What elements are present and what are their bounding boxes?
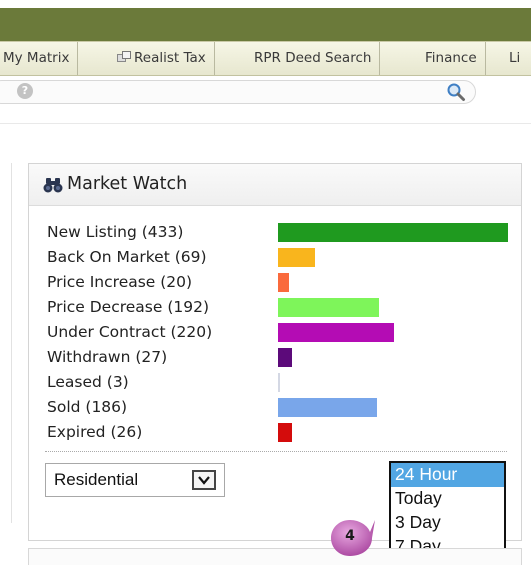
market-watch-row[interactable]: Price Increase (20)	[47, 270, 517, 295]
badge-label: 4	[345, 528, 355, 544]
search-input[interactable]	[0, 80, 476, 104]
market-watch-bar	[278, 423, 292, 442]
nav-bar: My Matrix Realist Tax RPR Deed Search Fi…	[0, 41, 531, 76]
market-watch-row[interactable]: Sold (186)	[47, 395, 517, 420]
market-watch-bar	[278, 273, 289, 292]
market-watch-bar	[278, 323, 394, 342]
top-strip	[0, 0, 531, 8]
market-watch-label[interactable]: Expired (26)	[47, 423, 142, 441]
property-type-select[interactable]: Residential	[45, 463, 225, 497]
period-option[interactable]: 24 Hour	[391, 463, 504, 487]
tab-finance[interactable]: Finance	[417, 42, 486, 75]
tab-realist-tax[interactable]: Realist Tax	[109, 42, 215, 75]
market-watch-row[interactable]: Back On Market (69)	[47, 245, 517, 270]
panel-title: Market Watch	[67, 174, 188, 194]
market-watch-label[interactable]: Price Decrease (192)	[47, 298, 209, 316]
tab-rpr-deed-search[interactable]: RPR Deed Search	[246, 42, 381, 75]
market-watch-bar	[278, 373, 280, 392]
market-watch-row[interactable]: New Listing (433)	[47, 220, 517, 245]
period-option[interactable]: 3 Day	[391, 511, 504, 535]
market-watch-row[interactable]: Leased (3)	[47, 370, 517, 395]
market-watch-row[interactable]: Expired (26)	[47, 420, 517, 445]
market-watch-label[interactable]: Back On Market (69)	[47, 248, 207, 266]
market-watch-row[interactable]: Withdrawn (27)	[47, 345, 517, 370]
search-bar: ?	[0, 77, 531, 107]
period-option[interactable]: Today	[391, 487, 504, 511]
divider	[0, 123, 531, 124]
market-watch-label[interactable]: Sold (186)	[47, 398, 127, 416]
tab-label: Finance	[425, 50, 477, 66]
app-header-bar	[0, 8, 531, 41]
property-type-value: Residential	[54, 470, 139, 489]
tab-label: RPR Deed Search	[254, 50, 372, 66]
tab-more[interactable]: Li	[501, 42, 528, 75]
market-watch-label[interactable]: Under Contract (220)	[47, 323, 212, 341]
market-watch-bar	[278, 223, 508, 242]
market-watch-row[interactable]: Under Contract (220)	[47, 320, 517, 345]
market-watch-label[interactable]: Price Increase (20)	[47, 273, 192, 291]
tab-label: Li	[509, 50, 521, 66]
step-badge: 4	[330, 516, 376, 560]
dotted-divider	[45, 451, 507, 452]
left-panel-edge	[0, 163, 12, 523]
market-watch-bar	[278, 298, 379, 317]
market-watch-panel: Market Watch New Listing (433) Back On Ma…	[28, 163, 522, 565]
dropdown-button[interactable]	[192, 470, 216, 490]
binoculars-icon	[43, 178, 63, 193]
next-panel	[28, 548, 522, 565]
market-watch-label[interactable]: New Listing (433)	[47, 223, 183, 241]
tab-my-matrix[interactable]: My Matrix	[0, 42, 79, 75]
chevron-down-icon	[198, 476, 210, 485]
market-watch-label[interactable]: Withdrawn (27)	[47, 348, 167, 366]
panel-header: Market Watch	[29, 164, 521, 206]
market-watch-list: New Listing (433) Back On Market (69) Pric…	[47, 220, 517, 445]
tab-label: My Matrix	[3, 50, 70, 66]
market-watch-row[interactable]: Price Decrease (192)	[47, 295, 517, 320]
market-watch-bar	[278, 398, 377, 417]
help-icon[interactable]: ?	[17, 83, 33, 99]
market-watch-bar	[278, 348, 292, 367]
market-watch-bar	[278, 248, 315, 267]
market-watch-label[interactable]: Leased (3)	[47, 373, 129, 391]
tab-label: Realist Tax	[134, 50, 206, 66]
window-icon	[117, 51, 132, 63]
search-icon[interactable]	[446, 82, 466, 102]
